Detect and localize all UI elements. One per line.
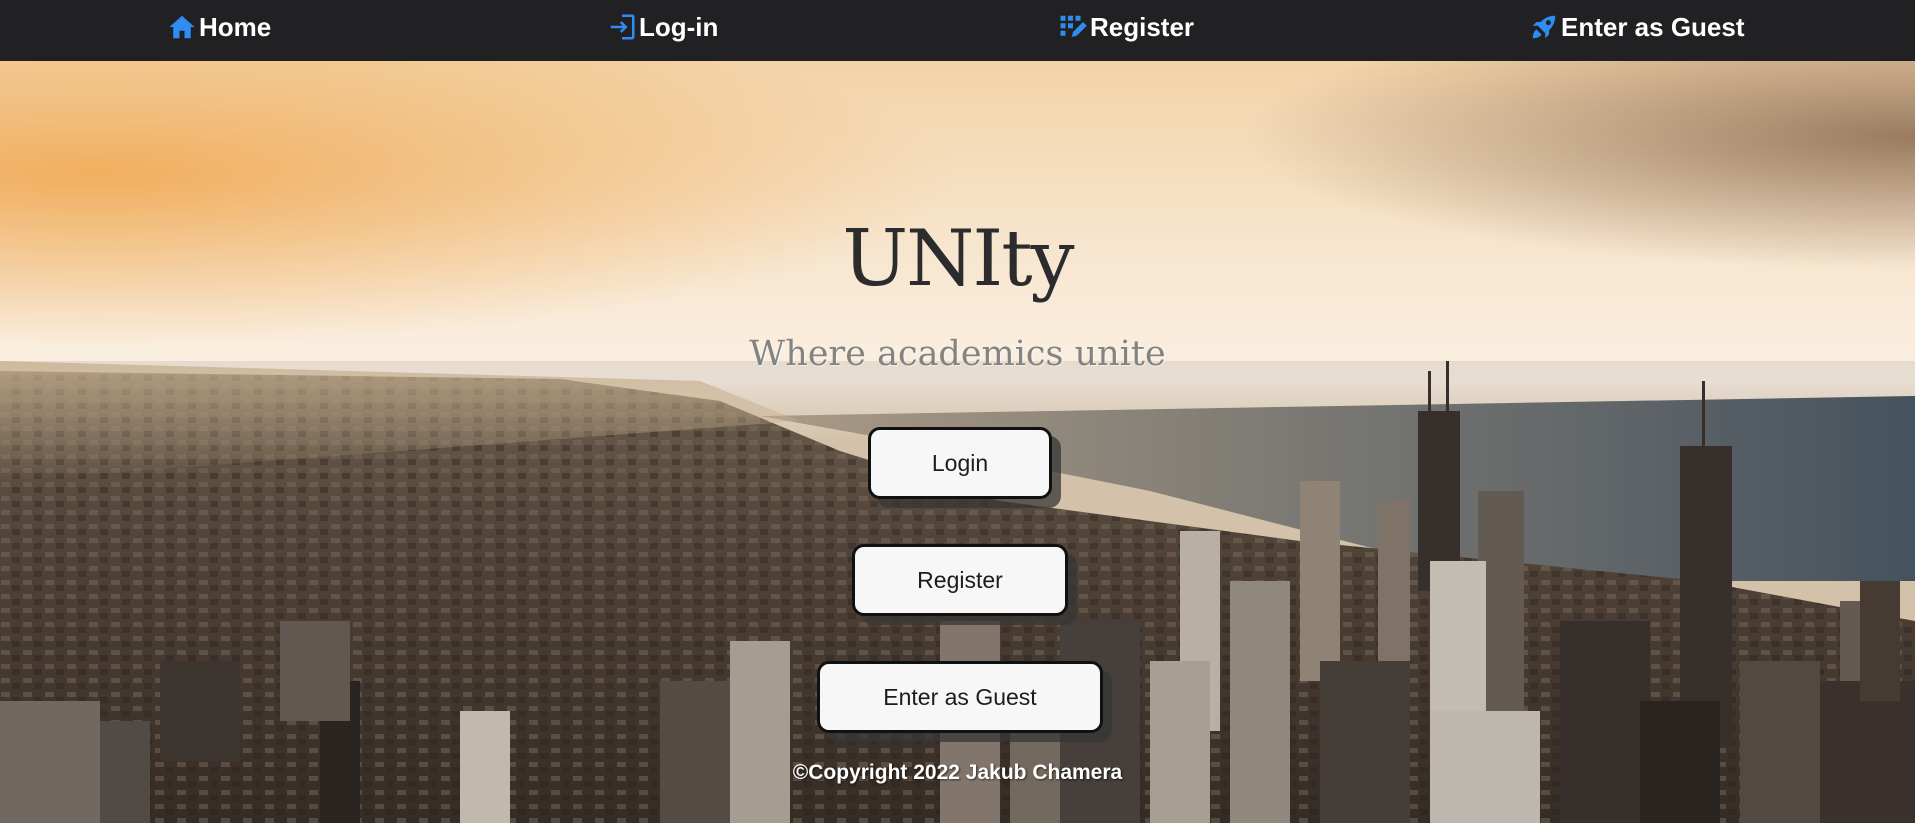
nav-login-label: Log-in: [639, 11, 719, 42]
copyright-footer: ©Copyright 2022 Jakub Chamera: [792, 761, 1123, 784]
login-icon: [610, 14, 635, 40]
nav-guest-label: Enter as Guest: [1561, 11, 1745, 42]
nav-home-link[interactable]: Home: [167, 0, 271, 54]
nav-register-label: Register: [1090, 11, 1195, 42]
nav-login-link[interactable]: Log-in: [607, 0, 718, 54]
nav-home-label: Home: [199, 11, 272, 42]
login-button[interactable]: Login: [868, 427, 1052, 499]
rocket-icon: [1532, 15, 1556, 39]
home-icon: [169, 15, 195, 39]
hero-section: UNIty Where academics unite Login Regist…: [0, 61, 1915, 823]
register-button[interactable]: Register: [852, 544, 1068, 616]
app-tagline: Where academics unite: [749, 334, 1166, 374]
register-icon: [1060, 15, 1087, 37]
top-nav: Home Log-in Register Enter as Guest: [0, 0, 1915, 61]
nav-guest-link[interactable]: Enter as Guest: [1529, 0, 1745, 54]
enter-as-guest-button[interactable]: Enter as Guest: [817, 661, 1103, 733]
nav-register-link[interactable]: Register: [1058, 0, 1194, 54]
app-title: UNIty: [842, 214, 1074, 304]
